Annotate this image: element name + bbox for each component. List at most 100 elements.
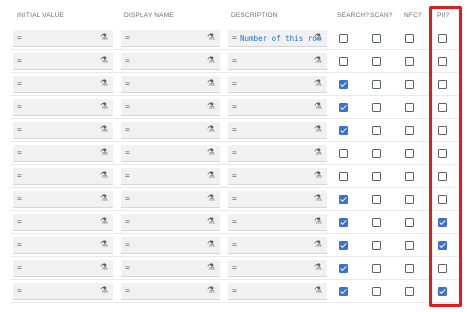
formula-icon[interactable]: ⚗ bbox=[207, 239, 215, 250]
initial-value-field[interactable]: = ⚗ bbox=[13, 237, 113, 254]
description-field[interactable]: = ⚗ bbox=[228, 76, 327, 93]
formula-icon[interactable]: ⚗ bbox=[207, 78, 215, 89]
formula-icon[interactable]: ⚗ bbox=[314, 32, 322, 43]
description-field[interactable]: = ⚗ bbox=[228, 237, 327, 254]
description-field[interactable]: = ⚗ bbox=[228, 53, 327, 70]
initial-value-field[interactable]: = ⚗ bbox=[13, 76, 113, 93]
formula-icon[interactable]: ⚗ bbox=[314, 193, 322, 204]
formula-icon[interactable]: ⚗ bbox=[207, 32, 215, 43]
display-name-field[interactable]: = ⚗ bbox=[121, 168, 220, 185]
description-field[interactable]: = ⚗ bbox=[228, 168, 327, 185]
formula-icon[interactable]: ⚗ bbox=[100, 193, 108, 204]
display-name-field[interactable]: = ⚗ bbox=[121, 283, 220, 300]
description-field[interactable]: = ⚗ bbox=[228, 214, 327, 231]
initial-value-field[interactable]: = ⚗ bbox=[13, 260, 113, 277]
formula-icon[interactable]: ⚗ bbox=[314, 124, 322, 135]
nfc-checkbox[interactable] bbox=[405, 80, 414, 89]
description-field[interactable]: = ⚗ bbox=[228, 145, 327, 162]
formula-icon[interactable]: ⚗ bbox=[100, 32, 108, 43]
search-checkbox[interactable] bbox=[339, 195, 348, 204]
formula-icon[interactable]: ⚗ bbox=[314, 55, 322, 66]
nfc-checkbox[interactable] bbox=[405, 103, 414, 112]
formula-icon[interactable]: ⚗ bbox=[100, 170, 108, 181]
search-checkbox[interactable] bbox=[339, 103, 348, 112]
display-name-field[interactable]: = ⚗ bbox=[121, 30, 220, 47]
display-name-field[interactable]: = ⚗ bbox=[121, 145, 220, 162]
scan-checkbox[interactable] bbox=[372, 264, 381, 273]
display-name-field[interactable]: = ⚗ bbox=[121, 99, 220, 116]
formula-icon[interactable]: ⚗ bbox=[207, 147, 215, 158]
scan-checkbox[interactable] bbox=[372, 218, 381, 227]
initial-value-field[interactable]: = ⚗ bbox=[13, 145, 113, 162]
display-name-field[interactable]: = ⚗ bbox=[121, 53, 220, 70]
description-field[interactable]: = ⚗ bbox=[228, 122, 327, 139]
search-checkbox[interactable] bbox=[339, 287, 348, 296]
formula-icon[interactable]: ⚗ bbox=[207, 124, 215, 135]
scan-checkbox[interactable] bbox=[372, 126, 381, 135]
formula-icon[interactable]: ⚗ bbox=[314, 170, 322, 181]
formula-icon[interactable]: ⚗ bbox=[100, 262, 108, 273]
formula-icon[interactable]: ⚗ bbox=[207, 101, 215, 112]
search-checkbox[interactable] bbox=[339, 172, 348, 181]
formula-icon[interactable]: ⚗ bbox=[100, 285, 108, 296]
description-field[interactable]: = ⚗ bbox=[228, 191, 327, 208]
initial-value-field[interactable]: = ⚗ bbox=[13, 99, 113, 116]
formula-icon[interactable]: ⚗ bbox=[314, 78, 322, 89]
scan-checkbox[interactable] bbox=[372, 241, 381, 250]
formula-icon[interactable]: ⚗ bbox=[314, 239, 322, 250]
nfc-checkbox[interactable] bbox=[405, 241, 414, 250]
display-name-field[interactable]: = ⚗ bbox=[121, 76, 220, 93]
formula-icon[interactable]: ⚗ bbox=[314, 262, 322, 273]
description-field[interactable]: = ⚗ bbox=[228, 260, 327, 277]
initial-value-field[interactable]: = ⚗ bbox=[13, 30, 113, 47]
formula-icon[interactable]: ⚗ bbox=[207, 193, 215, 204]
search-checkbox[interactable] bbox=[339, 149, 348, 158]
nfc-checkbox[interactable] bbox=[405, 34, 414, 43]
scan-checkbox[interactable] bbox=[372, 103, 381, 112]
search-checkbox[interactable] bbox=[339, 241, 348, 250]
nfc-checkbox[interactable] bbox=[405, 195, 414, 204]
search-checkbox[interactable] bbox=[339, 126, 348, 135]
formula-icon[interactable]: ⚗ bbox=[207, 55, 215, 66]
description-field[interactable]: = ⚗ bbox=[228, 99, 327, 116]
formula-icon[interactable]: ⚗ bbox=[100, 216, 108, 227]
display-name-field[interactable]: = ⚗ bbox=[121, 237, 220, 254]
display-name-field[interactable]: = ⚗ bbox=[121, 191, 220, 208]
nfc-checkbox[interactable] bbox=[405, 57, 414, 66]
nfc-checkbox[interactable] bbox=[405, 149, 414, 158]
search-checkbox[interactable] bbox=[339, 218, 348, 227]
search-checkbox[interactable] bbox=[339, 34, 348, 43]
formula-icon[interactable]: ⚗ bbox=[314, 101, 322, 112]
description-field[interactable]: = Number of this row ⚗ bbox=[228, 30, 327, 47]
scan-checkbox[interactable] bbox=[372, 195, 381, 204]
formula-icon[interactable]: ⚗ bbox=[207, 170, 215, 181]
scan-checkbox[interactable] bbox=[372, 149, 381, 158]
formula-icon[interactable]: ⚗ bbox=[314, 216, 322, 227]
search-checkbox[interactable] bbox=[339, 57, 348, 66]
display-name-field[interactable]: = ⚗ bbox=[121, 260, 220, 277]
display-name-field[interactable]: = ⚗ bbox=[121, 214, 220, 231]
formula-icon[interactable]: ⚗ bbox=[207, 262, 215, 273]
search-checkbox[interactable] bbox=[339, 80, 348, 89]
formula-icon[interactable]: ⚗ bbox=[314, 285, 322, 296]
formula-icon[interactable]: ⚗ bbox=[100, 78, 108, 89]
formula-icon[interactable]: ⚗ bbox=[314, 147, 322, 158]
nfc-checkbox[interactable] bbox=[405, 172, 414, 181]
nfc-checkbox[interactable] bbox=[405, 264, 414, 273]
formula-icon[interactable]: ⚗ bbox=[207, 216, 215, 227]
initial-value-field[interactable]: = ⚗ bbox=[13, 168, 113, 185]
scan-checkbox[interactable] bbox=[372, 80, 381, 89]
nfc-checkbox[interactable] bbox=[405, 287, 414, 296]
initial-value-field[interactable]: = ⚗ bbox=[13, 283, 113, 300]
formula-icon[interactable]: ⚗ bbox=[207, 285, 215, 296]
nfc-checkbox[interactable] bbox=[405, 218, 414, 227]
formula-icon[interactable]: ⚗ bbox=[100, 239, 108, 250]
display-name-field[interactable]: = ⚗ bbox=[121, 122, 220, 139]
initial-value-field[interactable]: = ⚗ bbox=[13, 214, 113, 231]
scan-checkbox[interactable] bbox=[372, 34, 381, 43]
formula-icon[interactable]: ⚗ bbox=[100, 101, 108, 112]
formula-icon[interactable]: ⚗ bbox=[100, 124, 108, 135]
initial-value-field[interactable]: = ⚗ bbox=[13, 53, 113, 70]
scan-checkbox[interactable] bbox=[372, 287, 381, 296]
search-checkbox[interactable] bbox=[339, 264, 348, 273]
